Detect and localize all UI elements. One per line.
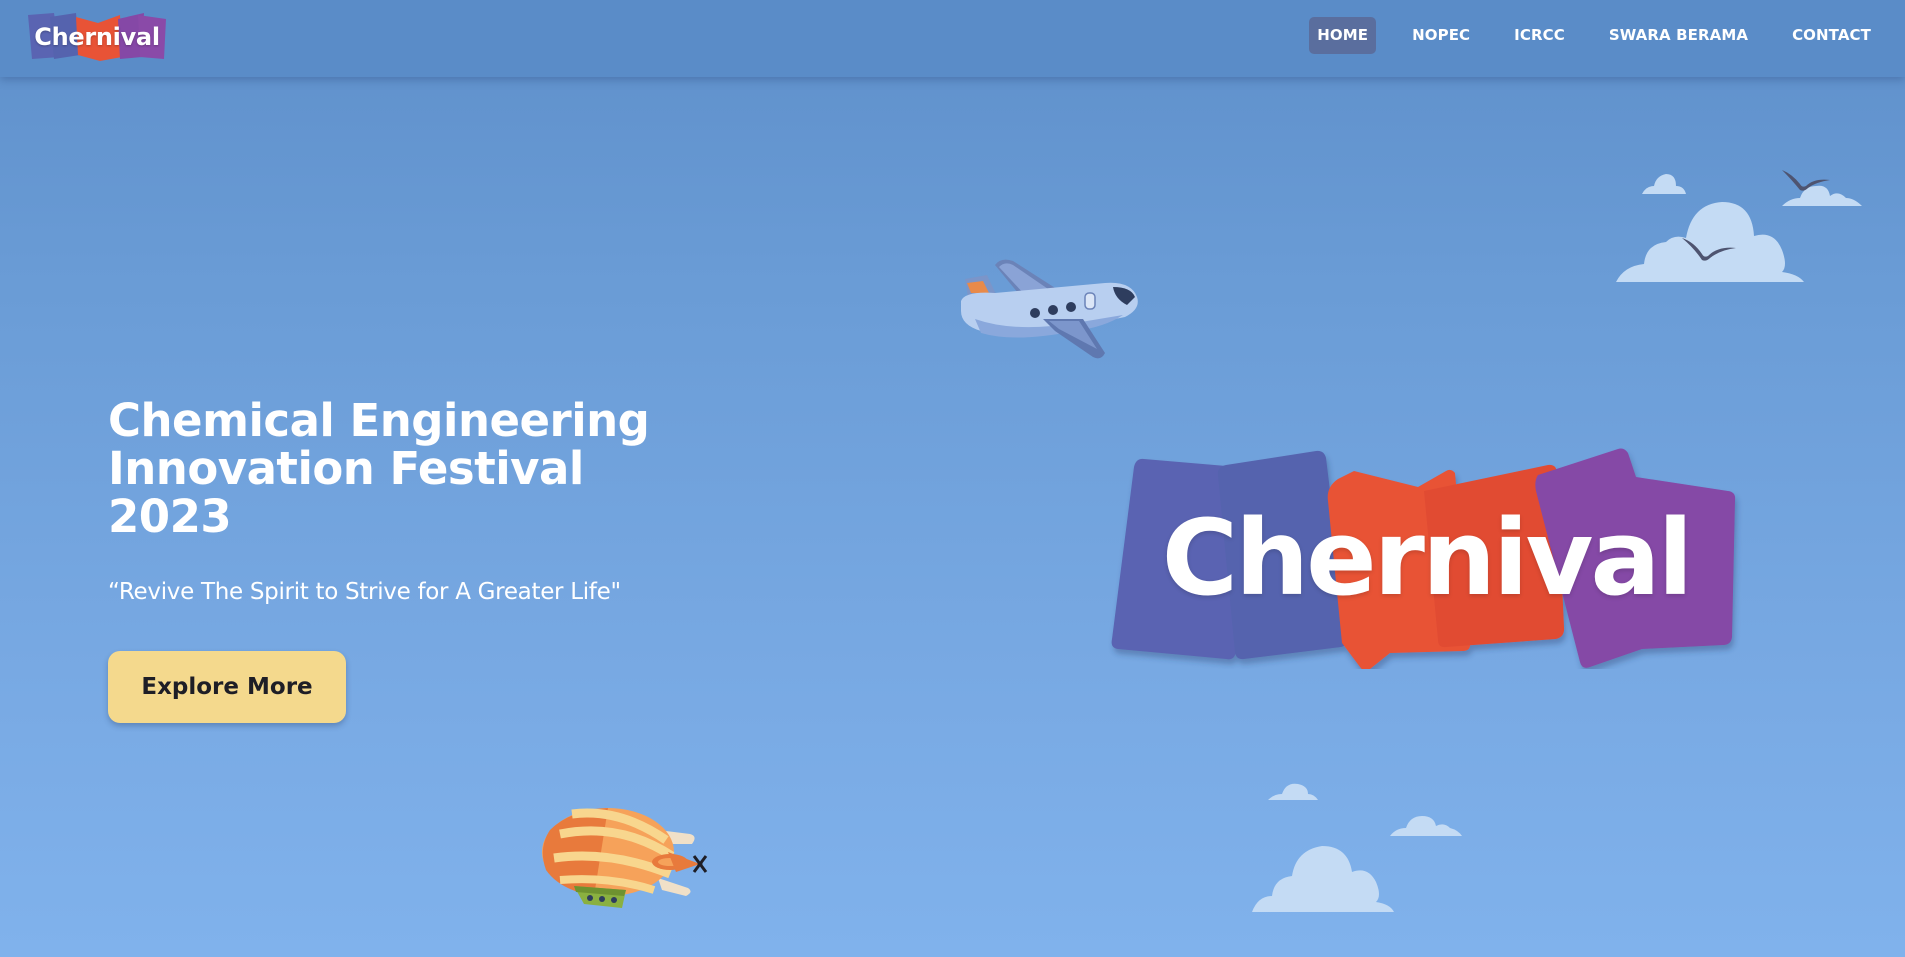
explore-more-button[interactable]: Explore More (108, 651, 346, 723)
nav-nopec[interactable]: NOPEC (1394, 17, 1488, 54)
cloud-icon (1268, 780, 1318, 805)
bird-icon (1680, 234, 1738, 267)
hero-logo: Chernival (1108, 447, 1744, 671)
nav-swara-berama[interactable]: SWARA BERAMA (1591, 17, 1766, 54)
hero-title: Chemical Engineering Innovation Festival… (108, 394, 650, 543)
cloud-icon (1642, 170, 1686, 199)
nav-icrcc[interactable]: ICRCC (1496, 17, 1583, 54)
nav-contact[interactable]: CONTACT (1774, 17, 1889, 54)
nav-logo[interactable]: Chernival (24, 11, 170, 63)
blimp-icon (530, 800, 715, 920)
cloud-icon (1390, 812, 1462, 841)
hero-tagline: “Revive The Spirit to Strive for A Great… (108, 579, 621, 605)
navbar: Chernival HOME NOPEC ICRCC SWARA BERAMA … (0, 0, 1905, 77)
nav-links: HOME NOPEC ICRCC SWARA BERAMA CONTACT (1309, 17, 1889, 54)
airplane-icon (955, 253, 1145, 368)
cloud-icon (1252, 840, 1394, 917)
hero-logo-text: Chernival (1161, 497, 1694, 619)
bird-icon (1780, 168, 1832, 197)
hero-section: Chemical Engineering Innovation Festival… (108, 394, 708, 606)
nav-logo-text: Chernival (34, 23, 160, 51)
nav-home[interactable]: HOME (1309, 17, 1377, 54)
